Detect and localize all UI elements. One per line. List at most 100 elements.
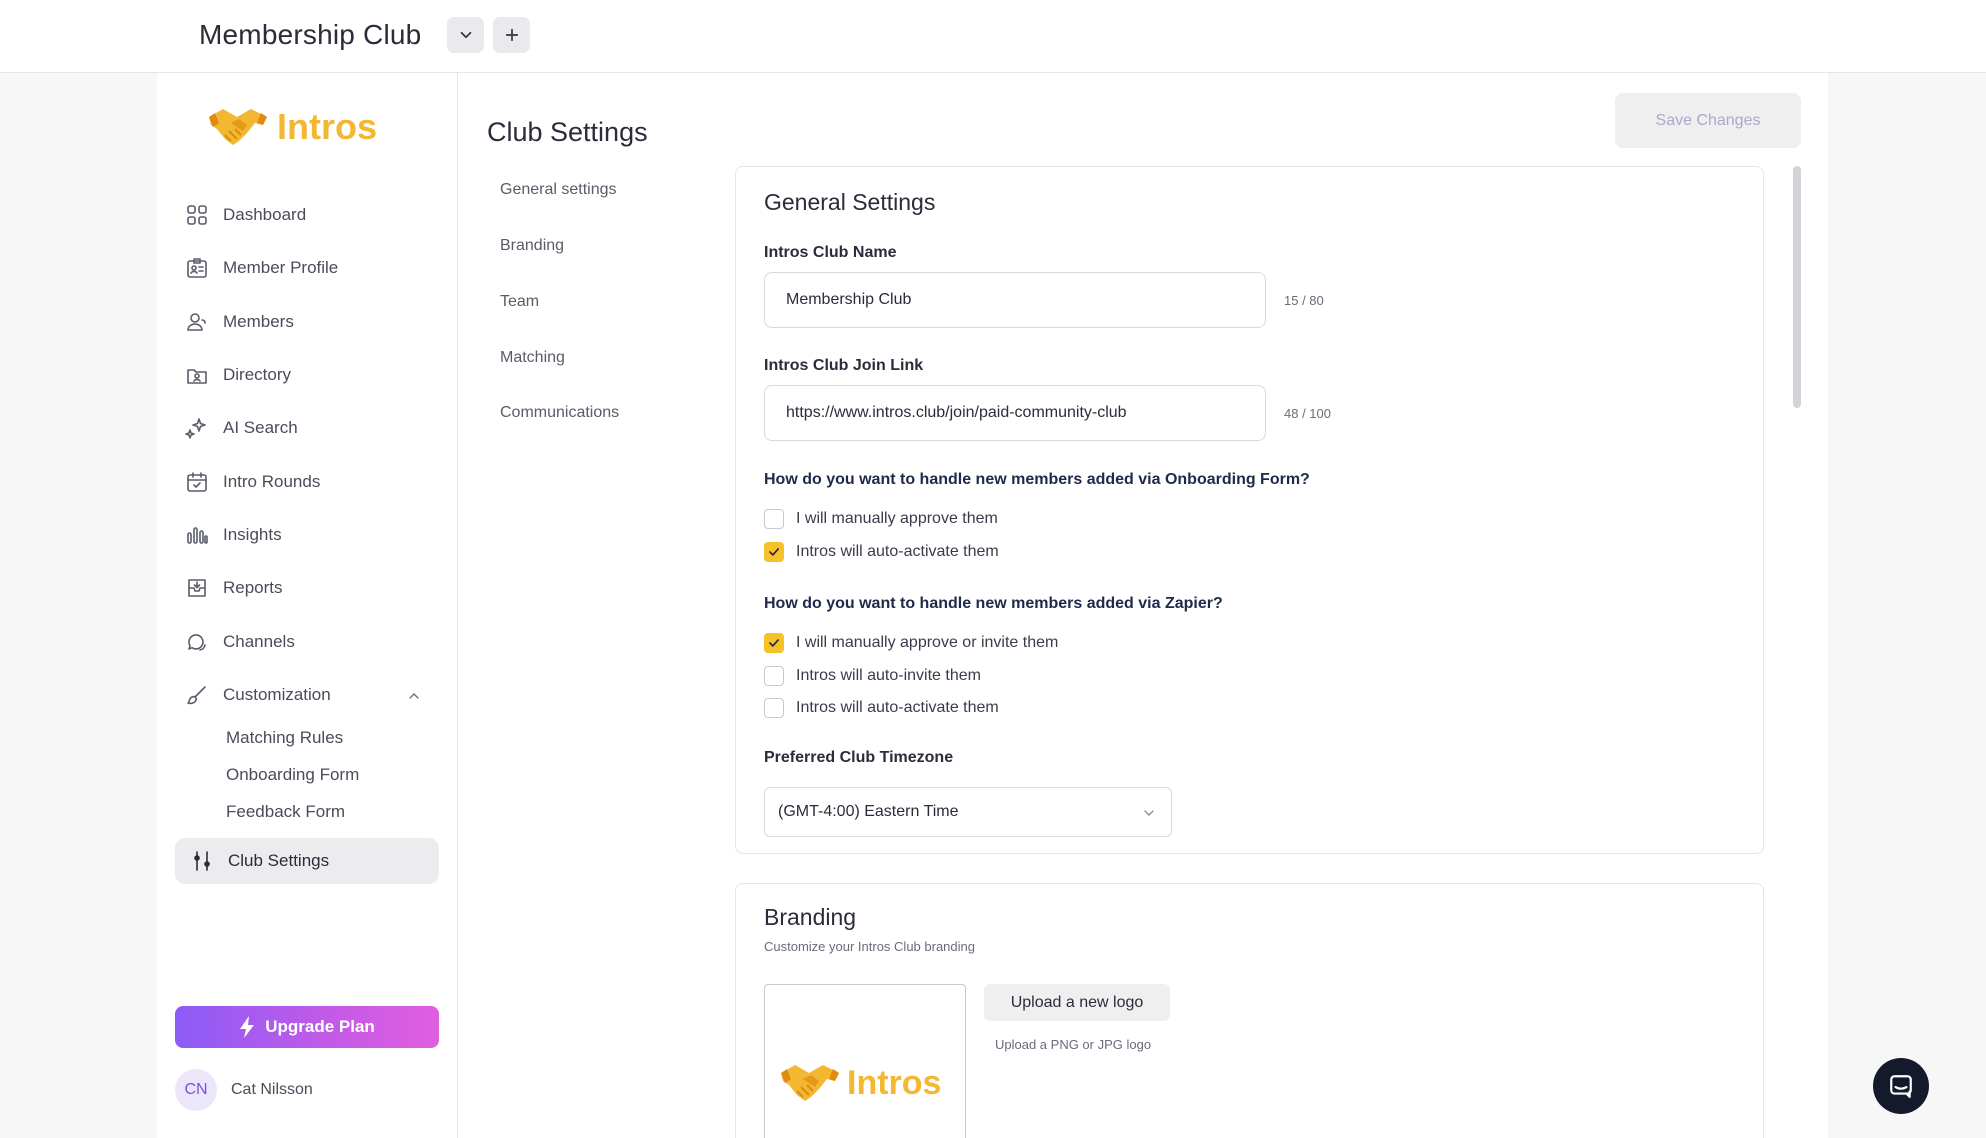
sidebar-item-label: Dashboard <box>223 205 307 224</box>
check-icon <box>769 548 779 556</box>
intros-logo[interactable]: Intros <box>207 103 377 151</box>
add-club-button[interactable] <box>493 17 530 53</box>
top-bar: Membership Club <box>0 0 1986 73</box>
subnav-branding[interactable]: Branding <box>500 237 564 255</box>
sliders-icon <box>194 851 210 871</box>
plus-icon <box>505 28 518 42</box>
option-label: I will manually approve them <box>796 510 998 527</box>
subnav-communications[interactable]: Communications <box>500 404 619 422</box>
chat-icon <box>188 634 206 651</box>
upgrade-plan-button[interactable]: Upgrade Plan <box>175 1006 439 1048</box>
option-label: Intros will auto-invite them <box>796 667 981 684</box>
chevron-down-icon <box>460 31 471 39</box>
sidebar-item-label: Customization <box>223 685 331 704</box>
checkbox-checked[interactable] <box>764 542 784 562</box>
sidebar: Intros Dashboard Member Profile Members … <box>157 73 458 1138</box>
onboarding-question: How do you want to handle new members ad… <box>764 471 1310 488</box>
sidebar-item-label: Club Settings <box>228 851 330 870</box>
grid-icon <box>187 205 207 225</box>
subnav-general-settings[interactable]: General settings <box>500 181 617 199</box>
branding-card: Branding Customize your Intros Club bran… <box>735 883 1764 1138</box>
club-name-counter: 15 / 80 <box>1284 293 1324 308</box>
bar-chart-icon <box>187 527 208 544</box>
sidebar-item-label: Channels <box>223 632 295 651</box>
sidebar-item-label: Intro Rounds <box>223 472 321 491</box>
onboarding-option-auto-activate[interactable]: Intros will auto-activate them <box>764 542 999 562</box>
card-title: Branding <box>764 904 857 930</box>
checkbox-checked[interactable] <box>764 633 784 653</box>
sidebar-item-label: Reports <box>223 578 283 597</box>
option-label: I will manually approve or invite them <box>796 634 1059 651</box>
support-chat-button[interactable] <box>1873 1058 1929 1114</box>
sidebar-item-member-profile[interactable]: Member Profile <box>185 245 449 291</box>
sidebar-item-label: AI Search <box>223 418 298 437</box>
club-switcher-button[interactable] <box>447 17 484 53</box>
onboarding-option-manual[interactable]: I will manually approve them <box>764 509 998 529</box>
sidebar-item-club-settings[interactable]: Club Settings <box>175 838 439 884</box>
zapier-option-auto-activate[interactable]: Intros will auto-activate them <box>764 698 999 718</box>
general-settings-card: General Settings Intros Club Name Member… <box>735 166 1764 854</box>
save-changes-button[interactable]: Save Changes <box>1615 93 1801 148</box>
logo-preview: Intros <box>764 984 966 1138</box>
sidebar-item-intro-rounds[interactable]: Intro Rounds <box>185 459 449 505</box>
user-name: Cat Nilsson <box>231 1081 313 1098</box>
sidebar-item-insights[interactable]: Insights <box>185 512 449 558</box>
users-icon <box>187 313 206 331</box>
inbox-icon <box>188 579 206 597</box>
timezone-select[interactable]: (GMT-4:00) Eastern Time <box>764 787 1172 837</box>
check-icon <box>769 639 779 647</box>
subnav-team[interactable]: Team <box>500 293 539 311</box>
logo-preview-text: Intros <box>847 1063 942 1102</box>
calendar-icon <box>187 472 207 492</box>
sidebar-item-label: Directory <box>223 365 292 384</box>
club-title: Membership Club <box>199 19 422 50</box>
chevron-down-icon <box>1144 810 1154 816</box>
checkbox[interactable] <box>764 509 784 529</box>
lightning-icon <box>240 1016 255 1038</box>
brush-icon <box>187 686 206 705</box>
handshake-icon <box>781 1065 839 1101</box>
timezone-value: (GMT-4:00) Eastern Time <box>778 803 959 820</box>
scrollbar[interactable] <box>1793 166 1801 408</box>
sidebar-item-dashboard[interactable]: Dashboard <box>185 192 449 238</box>
join-link-counter: 48 / 100 <box>1284 406 1331 421</box>
club-name-input[interactable]: Membership Club <box>764 272 1266 328</box>
logo-text: Intros <box>277 106 378 147</box>
sidebar-item-channels[interactable]: Channels <box>185 619 449 665</box>
card-title: General Settings <box>764 189 936 215</box>
option-label: Intros will auto-activate them <box>796 699 999 716</box>
sidebar-item-members[interactable]: Members <box>185 299 449 345</box>
sidebar-subitem-onboarding-form[interactable]: Onboarding Form <box>226 765 359 785</box>
chevron-up-icon[interactable] <box>406 688 422 704</box>
sparkle-icon <box>185 418 206 439</box>
directory-icon <box>187 369 207 384</box>
sidebar-item-label: Member Profile <box>223 258 339 277</box>
user-profile[interactable]: CN Cat Nilsson <box>175 1069 313 1111</box>
sidebar-item-ai-search[interactable]: AI Search <box>185 405 449 451</box>
join-link-input[interactable]: https://www.intros.club/join/paid-commun… <box>764 385 1266 441</box>
sidebar-subitem-feedback-form[interactable]: Feedback Form <box>226 802 345 822</box>
checkbox[interactable] <box>764 666 784 686</box>
logo-preview-image: Intros <box>779 1059 941 1107</box>
sidebar-item-reports[interactable]: Reports <box>185 565 449 611</box>
handshake-icon <box>209 109 267 145</box>
main-content: Club Settings Save Changes General setti… <box>458 73 1828 1138</box>
page-title: Club Settings <box>487 117 648 147</box>
checkbox[interactable] <box>764 698 784 718</box>
club-name-label: Intros Club Name <box>764 244 897 261</box>
sidebar-subitem-matching-rules[interactable]: Matching Rules <box>226 728 343 748</box>
upload-hint: Upload a PNG or JPG logo <box>995 1037 1152 1052</box>
upload-logo-button[interactable]: Upload a new logo <box>984 984 1170 1021</box>
sidebar-item-directory[interactable]: Directory <box>185 352 449 398</box>
zapier-question: How do you want to handle new members ad… <box>764 595 1223 612</box>
subnav-matching[interactable]: Matching <box>500 349 565 367</box>
zapier-option-manual[interactable]: I will manually approve or invite them <box>764 633 1058 653</box>
sidebar-item-label: Insights <box>223 525 282 544</box>
zapier-option-auto-invite[interactable]: Intros will auto-invite them <box>764 666 981 686</box>
profile-card-icon <box>187 258 207 278</box>
chat-bubble-icon <box>1890 1075 1912 1098</box>
branding-subtitle: Customize your Intros Club branding <box>764 939 975 954</box>
option-label: Intros will auto-activate them <box>796 543 999 560</box>
timezone-label: Preferred Club Timezone <box>764 749 954 766</box>
sidebar-item-label: Members <box>223 312 294 331</box>
